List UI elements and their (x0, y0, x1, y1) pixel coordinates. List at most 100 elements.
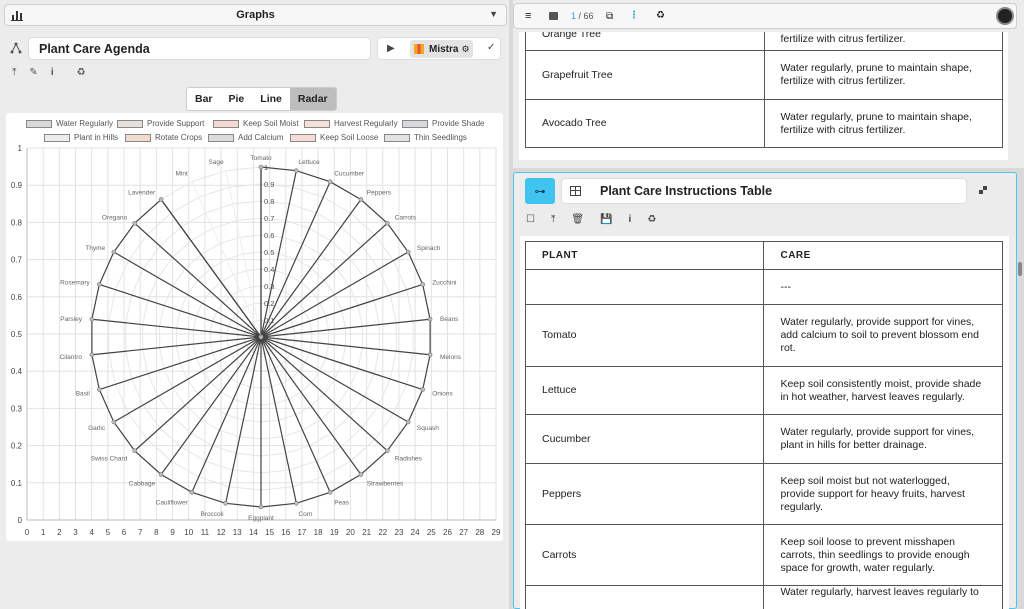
x-tick-label: 8 (154, 528, 159, 537)
y-tick-label: 0.7 (11, 256, 23, 265)
recycle-icon[interactable]: ♻ (656, 10, 665, 21)
delete-icon[interactable]: 🗑 (571, 214, 584, 225)
care-cell: Water regularly, provide support for vin… (763, 414, 1003, 464)
data-point (97, 282, 102, 287)
edit-icon[interactable]: ✎ (29, 67, 37, 78)
x-tick-label: 10 (184, 528, 193, 537)
data-point (89, 352, 95, 358)
care-cell: Water regularly, provide support for vin… (763, 304, 1003, 367)
grid-icon[interactable] (979, 186, 987, 194)
x-tick-label: 17 (297, 528, 306, 537)
select-icon[interactable]: ☐ (526, 214, 535, 225)
x-tick-label: 26 (443, 528, 452, 537)
recycle-icon[interactable]: ♻ (647, 214, 656, 225)
app-logo-icon[interactable] (996, 7, 1014, 25)
model-logo-icon (414, 44, 424, 54)
data-point (420, 282, 425, 287)
data-point (258, 164, 264, 170)
series-spoke (134, 222, 262, 338)
data-point (327, 490, 333, 495)
care-cell: Keep soil loose to prevent misshapen car… (763, 524, 1003, 586)
data-point (158, 197, 164, 202)
data-point (405, 419, 411, 425)
category-label: Onions (432, 391, 453, 398)
move-up-icon[interactable]: ⤒ (551, 214, 555, 225)
category-label: Parsley (60, 316, 82, 323)
x-tick-label: 0 (25, 528, 30, 537)
run-controls: ▶ Mistra ⚙ (377, 37, 501, 60)
link-button[interactable]: ⊶ (525, 178, 555, 204)
chart-type-tabs: Bar Pie Line Radar (186, 87, 337, 111)
upload-icon[interactable]: ⤒ (12, 67, 16, 78)
category-label: Strawberries (367, 481, 404, 488)
category-label: Tomato (250, 155, 272, 162)
category-label: Melons (440, 354, 462, 361)
data-point (111, 419, 117, 425)
play-icon[interactable]: ▶ (387, 43, 395, 54)
info-icon[interactable]: i (629, 214, 632, 225)
y-tick-label: 0.1 (11, 479, 23, 488)
graphs-panel: Graphs ▼ Plant Care Agenda ▶ Mistra ⚙ ✓ … (0, 0, 509, 609)
plant-cell (524, 585, 765, 609)
y-tick-label: 0.9 (11, 181, 23, 190)
series-spoke (191, 336, 262, 493)
plant-cell: Lettuce (524, 366, 765, 415)
tab-radar[interactable]: Radar (289, 88, 336, 110)
x-tick-label: 12 (217, 528, 226, 537)
y-tick-label: 0.4 (11, 367, 23, 376)
care-cell: --- (763, 269, 1003, 305)
menu-icon[interactable]: ≡ (525, 10, 531, 22)
care-cell: fertilize with citrus fertilizer. (763, 32, 1003, 51)
table-toolbar: ☐ ⤒ 🗑 💾 i ♻ (526, 214, 656, 225)
dropdown-caret-icon[interactable]: ▼ (489, 9, 498, 19)
slides-icon[interactable] (549, 12, 558, 20)
x-tick-label: 14 (249, 528, 258, 537)
table-row: Avocado Tree Water regularly, prune to m… (525, 99, 1003, 148)
document-panel: ≡ 1 / 66 ⧉ ⋮ ♻ Orange Tree fertilize wit… (513, 0, 1024, 168)
scrollbar-handle[interactable] (1018, 262, 1022, 276)
tab-bar[interactable]: Bar (187, 88, 221, 110)
x-tick-label: 11 (201, 528, 210, 537)
save-icon[interactable]: 💾 (600, 214, 612, 225)
chart-title-input[interactable]: Plant Care Agenda (28, 37, 371, 60)
category-label: Eggplant (248, 515, 274, 522)
copy-icon[interactable]: ⧉ (606, 11, 613, 22)
series-spoke (260, 336, 331, 493)
table-title-input[interactable]: Plant Care Instructions Table (561, 178, 967, 204)
table-row: Carrots Keep soil loose to prevent missh… (524, 524, 1003, 586)
info-icon[interactable]: i (51, 67, 54, 78)
x-tick-label: 1 (41, 528, 46, 537)
more-options-icon[interactable]: ⋮ (629, 10, 639, 21)
x-tick-label: 9 (170, 528, 175, 537)
series-spoke (260, 222, 388, 338)
category-label: Squash (417, 425, 439, 432)
model-select[interactable]: Mistra ⚙ (410, 40, 473, 58)
tab-line[interactable]: Line (252, 88, 290, 110)
table-row: Peppers Keep soil moist but not waterlog… (524, 463, 1003, 525)
category-label: Cilantro (60, 354, 83, 361)
x-tick-label: 20 (346, 528, 355, 537)
x-tick-label: 18 (314, 528, 323, 537)
table-row: Tomato Water regularly, provide support … (524, 304, 1003, 367)
category-label: Lettuce (298, 159, 320, 166)
data-point (385, 220, 390, 226)
x-tick-label: 23 (395, 528, 404, 537)
data-point (294, 500, 299, 506)
gear-icon[interactable]: ⚙ (461, 44, 469, 55)
table-row: Grapefruit Tree Water regularly, prune t… (525, 50, 1003, 100)
x-tick-label: 13 (233, 528, 242, 537)
plant-cell: Cucumber (524, 414, 765, 464)
plant-cell (524, 269, 765, 305)
check-icon[interactable]: ✓ (487, 42, 495, 53)
tab-pie[interactable]: Pie (221, 88, 253, 110)
data-point (158, 472, 164, 477)
x-tick-label: 29 (492, 528, 501, 537)
care-table: PLANT CARE --- Tomato Water regularly, p… (524, 241, 1003, 609)
data-point (405, 249, 411, 255)
recycle-icon[interactable]: ♻ (77, 67, 86, 78)
page-current[interactable]: 1 (571, 11, 576, 21)
data-point (132, 220, 137, 226)
share-icon[interactable] (10, 42, 22, 54)
data-point (294, 168, 299, 174)
radial-tick-label: 0.9 (264, 180, 274, 189)
